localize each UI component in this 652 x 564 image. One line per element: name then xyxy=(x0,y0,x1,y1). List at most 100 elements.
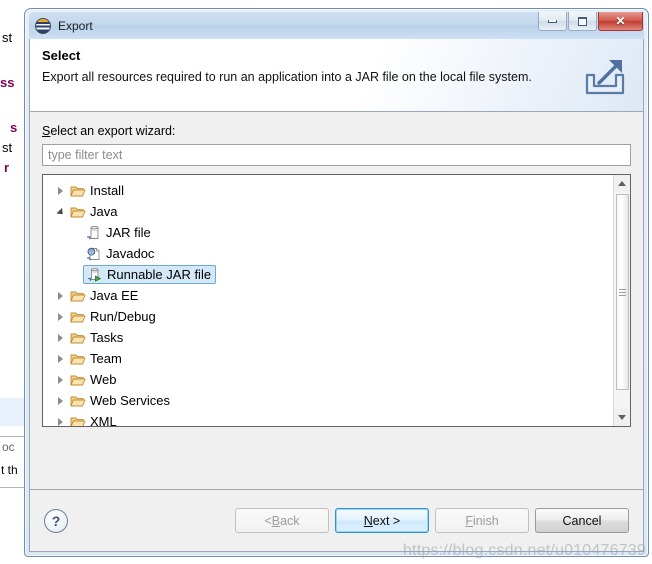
minimize-icon xyxy=(548,19,557,23)
tree-item-label: Java xyxy=(90,204,118,219)
finish-label-rest: inish xyxy=(472,513,499,528)
expand-twisty-icon[interactable] xyxy=(53,312,68,321)
page-title: Select xyxy=(42,48,81,63)
export-dialog: Export ✕ Select Export all resources req… xyxy=(24,8,649,557)
finish-label-mnemonic: F xyxy=(465,513,473,528)
close-button[interactable]: ✕ xyxy=(598,12,643,31)
tree-item-icon: @ xyxy=(84,246,104,262)
folder-icon xyxy=(70,291,86,301)
tree-item-javadoc[interactable]: @ Javadoc xyxy=(53,243,613,264)
chevron-down-icon xyxy=(618,415,626,420)
help-button[interactable]: ? xyxy=(44,508,68,533)
cancel-button[interactable]: Cancel xyxy=(535,508,629,533)
expand-twisty-icon[interactable] xyxy=(53,186,68,195)
export-arrow-icon xyxy=(585,60,625,95)
maximize-button[interactable] xyxy=(568,12,597,31)
tree-item-content: Tasks xyxy=(68,330,123,346)
folder-icon xyxy=(70,354,86,364)
expand-twisty-icon[interactable] xyxy=(53,396,68,405)
tree-item-icon xyxy=(68,330,88,346)
tree-item-icon xyxy=(68,372,88,388)
javadoc-icon: @ xyxy=(87,247,100,260)
eclipse-sphere-icon xyxy=(35,17,51,34)
grip-icon xyxy=(618,287,626,298)
finish-button: Finish xyxy=(435,508,529,533)
tree-item-icon xyxy=(68,204,88,220)
runnable-jar-icon xyxy=(88,267,101,282)
tree-item-jar-file[interactable]: JAR file xyxy=(53,222,613,243)
tree-item-content: Web xyxy=(68,372,117,388)
tree-item-install[interactable]: Install xyxy=(53,180,613,201)
minimize-button[interactable] xyxy=(538,12,567,31)
dialog-title: Export xyxy=(58,18,93,33)
filter-input[interactable]: type filter text xyxy=(42,144,631,166)
tree-item-web[interactable]: Web xyxy=(53,369,613,390)
filter-placeholder: type filter text xyxy=(48,148,123,162)
watermark: https://blog.csdn.net/u010476739 xyxy=(402,542,646,559)
back-button: < Back xyxy=(235,508,329,533)
background-code-fragment: st xyxy=(2,140,13,155)
chevron-right-icon xyxy=(58,396,63,405)
chevron-right-icon xyxy=(58,417,63,426)
background-code-fragment: ss xyxy=(0,75,15,90)
expand-twisty-icon[interactable] xyxy=(53,417,68,426)
expand-twisty-icon[interactable] xyxy=(53,375,68,384)
tree-item-run-debug[interactable]: Run/Debug xyxy=(53,306,613,327)
tree-item-icon xyxy=(68,393,88,409)
tree-item-tasks[interactable]: Tasks xyxy=(53,327,613,348)
background-code-fragment: t th xyxy=(1,463,18,477)
tree-item-team[interactable]: Team xyxy=(53,348,613,369)
tree-item-content: JAR file xyxy=(84,225,151,241)
tree-item-label: Install xyxy=(90,183,124,198)
chevron-right-icon xyxy=(58,375,63,384)
tree-item-content: Runnable JAR file xyxy=(83,265,217,284)
collapse-twisty-icon[interactable] xyxy=(53,207,68,218)
tree-item-content: Web Services xyxy=(68,393,170,409)
tree-item-label: Javadoc xyxy=(106,246,155,261)
scroll-down-button[interactable] xyxy=(613,409,630,426)
back-label-mnemonic: B xyxy=(271,513,281,528)
folder-icon xyxy=(70,312,86,322)
tree-label: Select an export wizard: xyxy=(42,124,631,138)
background-code-fragment: r xyxy=(4,160,10,175)
tree-item-runnable-jar-file[interactable]: Runnable JAR file xyxy=(53,264,613,285)
maximize-icon xyxy=(578,16,587,26)
tree-item-label: Tasks xyxy=(90,330,124,345)
tree-label-text: elect an export wizard: xyxy=(50,124,176,138)
back-label-prefix: < xyxy=(264,513,272,528)
tree-item-java-ee[interactable]: Java EE xyxy=(53,285,613,306)
scrollbar-track[interactable] xyxy=(613,192,630,409)
chevron-right-icon xyxy=(58,291,63,300)
tree-item-label: Runnable JAR file xyxy=(107,267,212,282)
expand-twisty-icon[interactable] xyxy=(53,354,68,363)
expand-twisty-icon[interactable] xyxy=(53,291,68,300)
folder-icon xyxy=(70,375,86,385)
tree-item-web-services[interactable]: Web Services xyxy=(53,390,613,411)
wizard-tree-panel: Install Java JAR file @ Javadoc Runnable JAR … xyxy=(42,174,631,427)
wizard-buttons: < Back Next > Finish Cancel xyxy=(235,508,629,533)
chevron-right-icon xyxy=(58,312,63,321)
tree-item-label: Team xyxy=(90,351,122,366)
next-button[interactable]: Next > xyxy=(335,508,429,533)
tree-vertical-scrollbar[interactable] xyxy=(613,175,630,426)
dialog-title-bar[interactable]: Export ✕ xyxy=(29,12,644,39)
scrollbar-thumb[interactable] xyxy=(615,194,629,390)
folder-icon xyxy=(70,207,86,217)
page-description: Export all resources required to run an … xyxy=(42,70,532,84)
close-icon: ✕ xyxy=(615,14,626,28)
jar-file-icon xyxy=(87,225,99,239)
wizard-tree[interactable]: Install Java JAR file @ Javadoc Runnable JAR … xyxy=(43,175,613,426)
tree-item-icon xyxy=(84,225,104,241)
chevron-right-icon xyxy=(58,333,63,342)
tree-item-xml[interactable]: XML xyxy=(53,411,613,426)
tree-item-content: @ Javadoc xyxy=(84,246,154,262)
tree-item-java[interactable]: Java xyxy=(53,201,613,222)
tree-item-content: Java xyxy=(68,204,117,220)
scroll-up-button[interactable] xyxy=(613,175,630,192)
expand-twisty-icon[interactable] xyxy=(53,333,68,342)
folder-icon xyxy=(70,333,86,343)
tree-item-label: JAR file xyxy=(106,225,151,240)
svg-text:@: @ xyxy=(89,249,94,255)
tree-item-label: Web Services xyxy=(90,393,170,408)
